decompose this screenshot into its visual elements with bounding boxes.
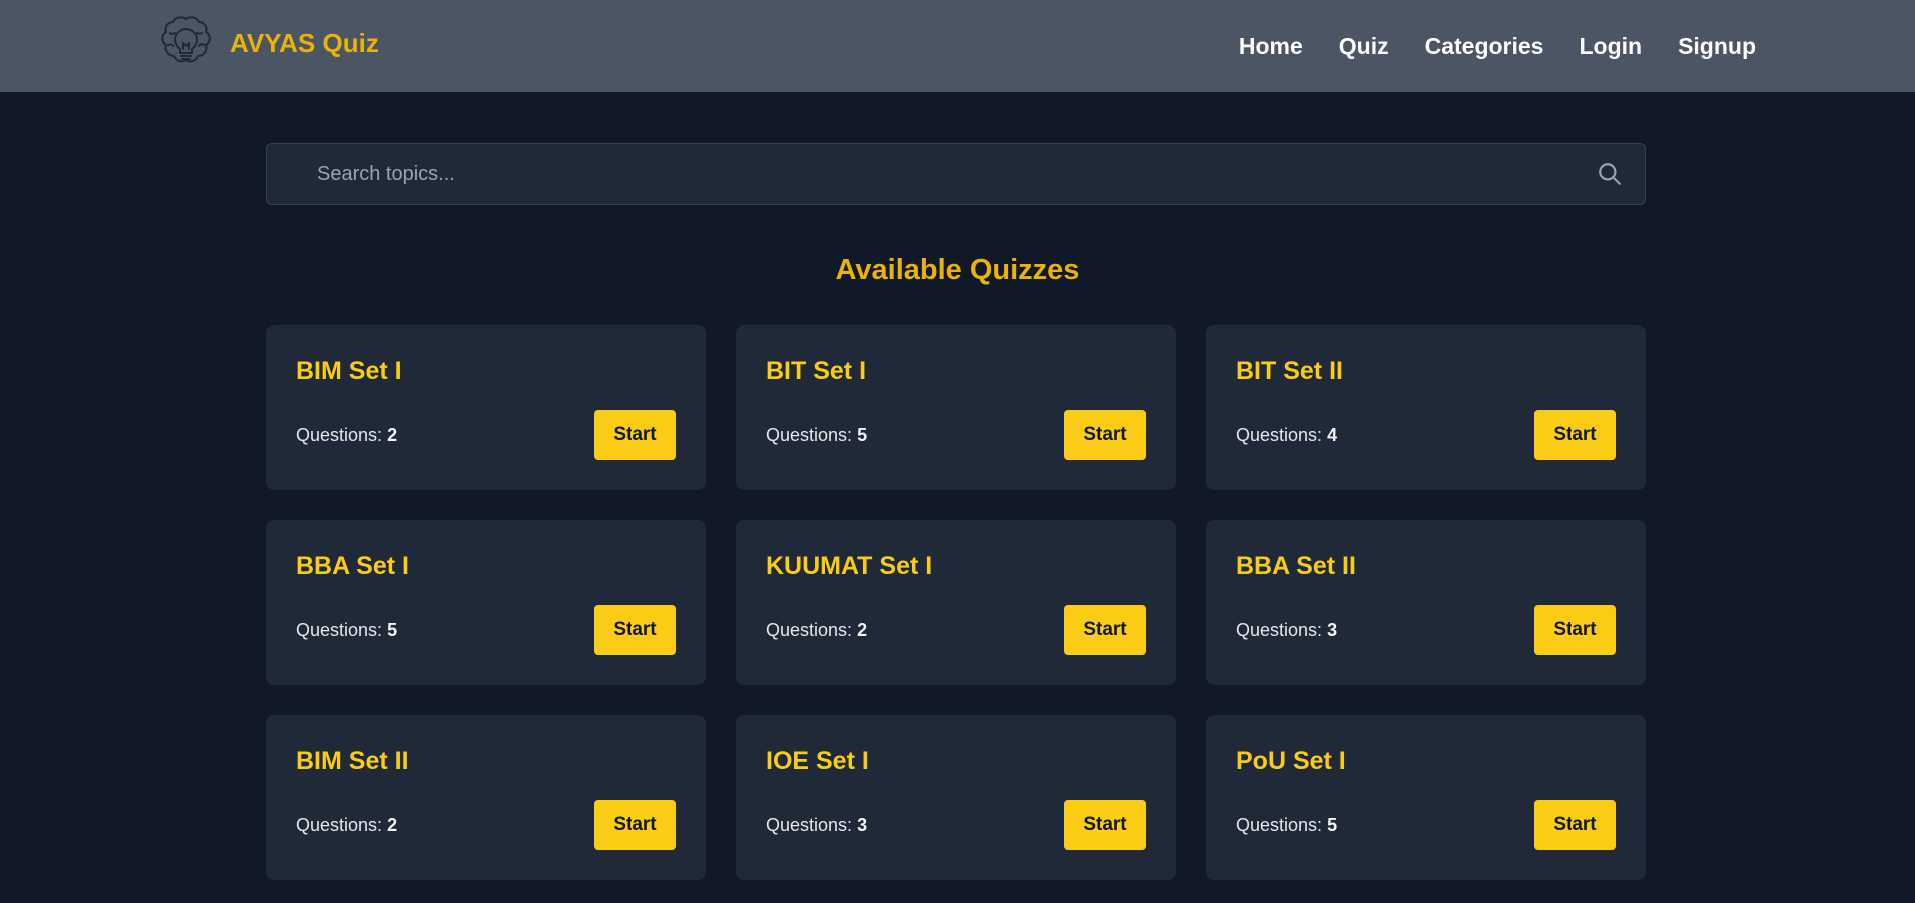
- start-button[interactable]: Start: [1064, 605, 1146, 655]
- question-count-value: 4: [1327, 425, 1338, 445]
- question-count-label: Questions:: [1236, 620, 1323, 640]
- start-button[interactable]: Start: [1534, 410, 1616, 460]
- question-count-label: Questions:: [296, 815, 383, 835]
- quiz-title: BIT Set I: [766, 357, 867, 385]
- question-count-value: 2: [387, 815, 398, 835]
- quiz-card: BBA Set II Questions: 3 Start: [1206, 520, 1646, 685]
- quiz-card: IOE Set I Questions: 3 Start: [736, 715, 1176, 880]
- start-button[interactable]: Start: [594, 800, 676, 850]
- question-count-label: Questions:: [766, 815, 853, 835]
- question-count-value: 5: [387, 620, 398, 640]
- quiz-card: BIM Set I Questions: 2 Start: [266, 325, 706, 490]
- question-count-value: 3: [1327, 620, 1338, 640]
- quiz-question-count: Questions: 3: [766, 815, 867, 836]
- start-button[interactable]: Start: [594, 605, 676, 655]
- quiz-card: KUUMAT Set I Questions: 2 Start: [736, 520, 1176, 685]
- question-count-value: 2: [857, 620, 868, 640]
- quiz-card: PoU Set I Questions: 5 Start: [1206, 715, 1646, 880]
- quiz-title: BBA Set I: [296, 552, 409, 580]
- question-count-value: 3: [857, 815, 868, 835]
- quiz-card: BIT Set II Questions: 4 Start: [1206, 325, 1646, 490]
- question-count-label: Questions:: [766, 425, 853, 445]
- navbar: AVYAS Quiz Home Quiz Categories Login Si…: [0, 0, 1915, 92]
- start-button[interactable]: Start: [1064, 800, 1146, 850]
- quiz-question-count: Questions: 5: [1236, 815, 1337, 836]
- nav-link-quiz[interactable]: Quiz: [1339, 33, 1389, 60]
- question-count-label: Questions:: [766, 620, 853, 640]
- brand-name: AVYAS Quiz: [230, 27, 379, 58]
- nav-link-categories[interactable]: Categories: [1425, 33, 1544, 60]
- quiz-question-count: Questions: 5: [296, 620, 397, 641]
- nav-link-home[interactable]: Home: [1239, 33, 1303, 60]
- question-count-label: Questions:: [1236, 425, 1323, 445]
- quiz-question-count: Questions: 4: [1236, 425, 1337, 446]
- quiz-question-count: Questions: 5: [766, 425, 867, 446]
- quiz-title: BIM Set I: [296, 357, 402, 385]
- nav-link-signup[interactable]: Signup: [1678, 33, 1756, 60]
- question-count-value: 5: [857, 425, 868, 445]
- search-input[interactable]: [267, 144, 1645, 204]
- quiz-title: BBA Set II: [1236, 552, 1356, 580]
- brand[interactable]: AVYAS Quiz: [156, 13, 379, 73]
- nav-links: Home Quiz Categories Login Signup: [1239, 0, 1756, 92]
- quiz-card: BIT Set I Questions: 5 Start: [736, 325, 1176, 490]
- quiz-title: PoU Set I: [1236, 747, 1346, 775]
- question-count-label: Questions:: [296, 620, 383, 640]
- quiz-question-count: Questions: 2: [296, 815, 397, 836]
- quiz-title: KUUMAT Set I: [766, 552, 933, 580]
- section-title: Available Quizzes: [835, 254, 1080, 286]
- brain-lightbulb-icon: [161, 16, 211, 63]
- question-count-value: 5: [1327, 815, 1338, 835]
- start-button[interactable]: Start: [1534, 605, 1616, 655]
- quiz-title: BIM Set II: [296, 747, 409, 775]
- search-box: [266, 143, 1646, 205]
- nav-link-login[interactable]: Login: [1579, 33, 1642, 60]
- quiz-question-count: Questions: 3: [1236, 620, 1337, 641]
- quiz-title: BIT Set II: [1236, 357, 1343, 385]
- quiz-question-count: Questions: 2: [766, 620, 867, 641]
- question-count-label: Questions:: [296, 425, 383, 445]
- start-button[interactable]: Start: [1534, 800, 1616, 850]
- search-icon[interactable]: [1597, 161, 1623, 187]
- question-count-label: Questions:: [1236, 815, 1323, 835]
- start-button[interactable]: Start: [1064, 410, 1146, 460]
- quiz-title: IOE Set I: [766, 747, 869, 775]
- question-count-value: 2: [387, 425, 398, 445]
- quiz-card: BIM Set II Questions: 2 Start: [266, 715, 706, 880]
- quiz-card: BBA Set I Questions: 5 Start: [266, 520, 706, 685]
- quiz-grid: BIM Set I Questions: 2 Start BIT Set I Quest…: [266, 325, 1646, 880]
- start-button[interactable]: Start: [594, 410, 676, 460]
- quiz-question-count: Questions: 2: [296, 425, 397, 446]
